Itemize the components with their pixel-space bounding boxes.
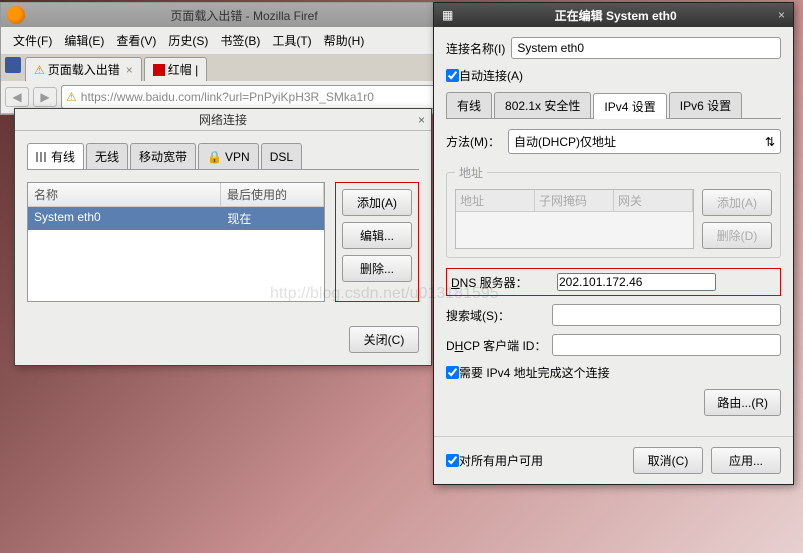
- method-label: 方法(M)：: [446, 133, 500, 150]
- paw-icon[interactable]: [5, 57, 21, 73]
- menu-bookmarks[interactable]: 书签(B): [214, 29, 266, 52]
- firefox-logo-icon: [7, 6, 25, 24]
- editdlg-titlebar: ▦ 正在编辑 System eth0 ×: [434, 3, 793, 27]
- list-header: 名称 最后使用的: [28, 183, 324, 207]
- firefox-title: 页面载入出错 - Mozilla Firef: [31, 7, 457, 24]
- require-ipv4-label: 需要 IPv4 地址完成这个连接: [459, 364, 610, 381]
- dns-label: DNS 服务器：: [451, 274, 551, 291]
- tab-dsl[interactable]: DSL: [261, 143, 302, 169]
- all-users-checkbox[interactable]: [446, 454, 459, 467]
- dns-input[interactable]: [557, 273, 716, 291]
- dhcp-client-input[interactable]: [552, 334, 781, 356]
- all-users-label: 对所有用户可用: [459, 452, 543, 469]
- tab-wired[interactable]: 有线: [446, 92, 492, 118]
- menu-history[interactable]: 历史(S): [162, 29, 214, 52]
- list-row-selected[interactable]: System eth0 现在: [28, 207, 324, 230]
- menu-file[interactable]: 文件(F): [7, 29, 58, 52]
- address-legend: 地址: [455, 164, 487, 181]
- close-icon[interactable]: ×: [778, 8, 785, 22]
- dhcp-client-label: DHCP 客户端 ID：: [446, 337, 546, 354]
- addr-delete-button[interactable]: 删除(D): [702, 222, 772, 249]
- autoconnect-checkbox[interactable]: [446, 69, 459, 82]
- method-select[interactable]: 自动(DHCP)仅地址 ⇅: [508, 129, 781, 154]
- tab-vpn[interactable]: 🔒VPN: [198, 143, 259, 169]
- back-button[interactable]: ◀: [5, 87, 29, 107]
- menu-tools[interactable]: 工具(T): [266, 29, 317, 52]
- close-icon[interactable]: ×: [126, 63, 133, 77]
- menu-help[interactable]: 帮助(H): [318, 29, 371, 52]
- firefox-window: 页面载入出错 - Mozilla Firef 文件(F) 编辑(E) 查看(V)…: [0, 2, 464, 115]
- conn-name-label: 连接名称(I): [446, 40, 505, 57]
- cancel-button[interactable]: 取消(C): [633, 447, 703, 474]
- col-name: 名称: [28, 183, 221, 207]
- menu-view[interactable]: 查看(V): [110, 29, 162, 52]
- connection-buttons: 添加(A) 编辑... 删除...: [335, 182, 419, 302]
- col-mask: 子网掩码: [535, 190, 614, 212]
- tab-error[interactable]: ⚠页面载入出错 ×: [25, 57, 142, 81]
- col-addr: 地址: [456, 190, 535, 212]
- editdlg-title-text: 正在编辑 System eth0: [453, 7, 778, 24]
- forward-button[interactable]: ▶: [33, 87, 57, 107]
- search-domain-label: 搜索域(S)：: [446, 307, 546, 324]
- edit-button[interactable]: 编辑...: [342, 222, 412, 249]
- row-name: System eth0: [28, 207, 221, 230]
- netdlg-title-text: 网络连接: [199, 111, 247, 128]
- firefox-menubar: 文件(F) 编辑(E) 查看(V) 历史(S) 书签(B) 工具(T) 帮助(H…: [1, 27, 463, 55]
- firefox-titlebar: 页面载入出错 - Mozilla Firef: [1, 3, 463, 27]
- lock-icon: 🔒: [207, 150, 222, 164]
- delete-button[interactable]: 删除...: [342, 255, 412, 282]
- col-lastused: 最后使用的: [221, 183, 324, 207]
- address-table[interactable]: 地址 子网掩码 网关: [455, 189, 694, 249]
- apply-button[interactable]: 应用...: [711, 447, 781, 474]
- network-connections-dialog: 网络连接 × 有线 无线 移动宽带 🔒VPN DSL 名称 最后使用的 Syst…: [14, 108, 432, 366]
- settings-tabs: 有线 802.1x 安全性 IPv4 设置 IPv6 设置: [446, 92, 781, 119]
- menu-edit[interactable]: 编辑(E): [58, 29, 110, 52]
- tab-redhat[interactable]: 红帽 |: [144, 57, 207, 81]
- redhat-icon: [153, 64, 165, 76]
- routes-button[interactable]: 路由...(R): [704, 389, 781, 416]
- add-button[interactable]: 添加(A): [342, 189, 412, 216]
- address-group: 地址 地址 子网掩码 网关 添加(A) 删除(D): [446, 164, 781, 258]
- firefox-tabs: ⚠页面载入出错 × 红帽 |: [1, 55, 463, 81]
- url-text: https://www.baidu.com/link?url=PnPyiKpH3…: [81, 90, 374, 104]
- conn-name-input[interactable]: [511, 37, 781, 59]
- tab-ipv6[interactable]: IPv6 设置: [669, 92, 742, 118]
- tab-mobile[interactable]: 移动宽带: [130, 143, 196, 169]
- method-value: 自动(DHCP)仅地址: [514, 133, 616, 150]
- autoconnect-label: 自动连接(A): [459, 67, 523, 84]
- search-domain-input[interactable]: [552, 304, 781, 326]
- edit-connection-dialog: ▦ 正在编辑 System eth0 × 连接名称(I) 自动连接(A) 有线 …: [433, 2, 794, 485]
- connection-type-tabs: 有线 无线 移动宽带 🔒VPN DSL: [27, 143, 419, 170]
- warning-icon: ⚠: [34, 63, 45, 77]
- col-gateway: 网关: [614, 190, 693, 212]
- row-lastused: 现在: [221, 207, 324, 230]
- tab-8021x[interactable]: 802.1x 安全性: [494, 92, 591, 118]
- netdlg-titlebar: 网络连接 ×: [15, 109, 431, 131]
- tab-label: 页面载入出错: [48, 61, 120, 78]
- wired-icon: [36, 152, 48, 162]
- tab-ipv4[interactable]: IPv4 设置: [593, 93, 666, 119]
- connections-list[interactable]: 名称 最后使用的 System eth0 现在: [27, 182, 325, 302]
- tab-wireless[interactable]: 无线: [86, 143, 128, 169]
- window-icon: ▦: [442, 8, 453, 22]
- close-button[interactable]: 关闭(C): [349, 326, 419, 353]
- addr-add-button[interactable]: 添加(A): [702, 189, 772, 216]
- chevron-updown-icon: ⇅: [765, 135, 775, 149]
- tab-label: 红帽 |: [168, 61, 198, 78]
- url-bar[interactable]: ⚠ https://www.baidu.com/link?url=PnPyiKpH…: [61, 85, 459, 109]
- close-icon[interactable]: ×: [418, 113, 425, 127]
- require-ipv4-checkbox[interactable]: [446, 366, 459, 379]
- tab-wired[interactable]: 有线: [27, 143, 84, 169]
- warning-icon: ⚠: [66, 90, 77, 104]
